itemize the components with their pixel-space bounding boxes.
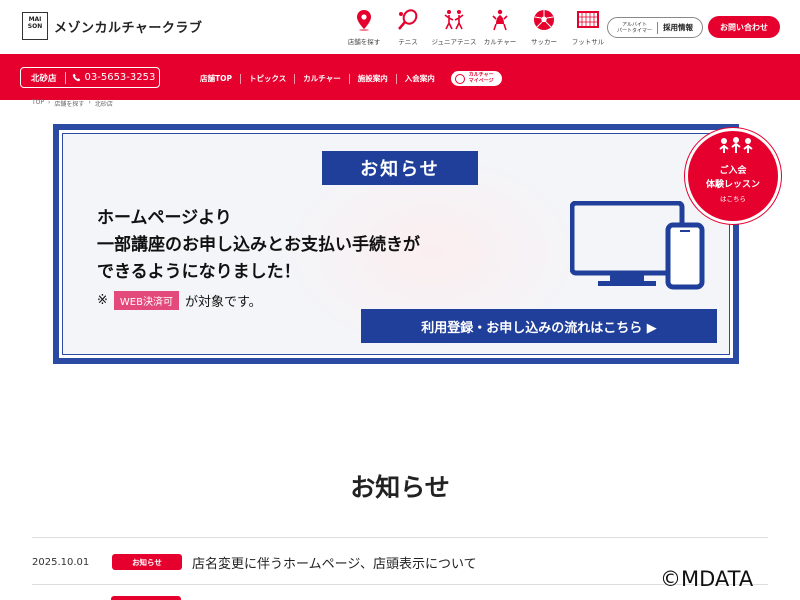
junior-tennis-icon [444,10,464,30]
watermark: ©MDATA [660,567,754,591]
banner-title: お知らせ [322,151,478,185]
category-soccer[interactable]: サッカー [522,8,566,46]
note-mark: ※ [97,293,108,308]
logo-mark: MAI SON [22,12,48,40]
divider [657,21,658,34]
news-title: 店名変更に伴うホームページ、店頭表示について [192,556,477,572]
futsal-goal-icon [577,11,599,28]
site-logo[interactable]: MAI SON メゾンカルチャークラブ [22,12,202,40]
category-label: 店舗を探す [347,38,381,46]
web-payment-tag: WEB決済可 [113,291,179,310]
breadcrumb-store-search[interactable]: 店舗を探す [54,99,84,108]
banner-note: ※ WEB決済可 が対象です。 [97,291,262,310]
recruit-button[interactable]: アルバイト パートタイマー 採用情報 [607,17,703,38]
trial-badge-line3: はこちら [720,195,746,203]
news-category-badge: お知らせ [112,554,182,570]
site-header: MAI SON メゾンカルチャークラブ 店舗を探す テニス ジュニアテニス カル… [0,0,800,54]
news-category-badge [111,596,181,600]
banner-line: 一部講座のお申し込みとお支払い手続きが [97,235,420,255]
breadcrumb-top[interactable]: TOP [32,99,44,108]
trial-badge-line1: ご入会 [719,166,747,176]
devices-icon [570,201,705,290]
divider [32,537,768,538]
breadcrumb-current: 北砂店 [94,101,113,108]
map-pin-icon [357,10,371,31]
breadcrumb: TOP › 店舗を探す › 北砂店 [32,99,113,108]
store-info: 北砂店 03-5653-3253 [20,67,160,88]
store-nav-top[interactable]: 店舗TOP [192,74,240,84]
category-futsal[interactable]: フットサル [566,8,610,46]
banner-message: ホームページより 一部講座のお申し込みとお支払い手続きが できるようになりました… [97,205,420,286]
category-culture[interactable]: カルチャー [478,8,522,46]
store-bar: 北砂店 03-5653-3253 店舗TOP トピックス カルチャー 施設案内 … [0,54,800,100]
brand-name: メゾンカルチャークラブ [54,20,203,36]
mypage-label: カルチャー マイページ [468,72,494,84]
category-label: ジュニアテニス [431,38,477,46]
category-label: フットサル [571,38,605,46]
chevron-right-icon: › [48,99,51,106]
note-text: が対象です。 [184,295,262,310]
category-label: カルチャー [483,38,517,46]
recruit-sublabel-line2: パートタイマー [616,27,652,34]
category-tennis[interactable]: テニス [386,8,430,46]
store-nav-admission[interactable]: 入会案内 [395,73,443,84]
news-date: 2025.10.01 [32,556,90,568]
category-nav: 店舗を探す テニス ジュニアテニス カルチャー サッカー フットサル [342,8,610,46]
store-nav: 店舗TOP トピックス カルチャー 施設案内 入会案内 カルチャー マイページ [192,71,502,86]
banner-line: ホームページより [97,208,232,228]
store-nav-facilities[interactable]: 施設案内 [348,73,396,84]
recruit-sublabel-line1: アルバイト [622,21,647,28]
mypage-label-line2: マイページ [468,77,494,84]
news-item[interactable]: 2025.10.01 お知らせ 店名変更に伴うホームページ、店頭表示について [32,549,768,575]
store-name: 北砂店 [21,71,66,84]
logo-mark-line1: MAI [28,16,42,23]
notice-banner[interactable]: お知らせ ホームページより 一部講座のお申し込みとお支払い手続きが できるように… [53,124,739,364]
category-store-search[interactable]: 店舗を探す [342,8,386,46]
logo-mark-line2: SON [27,23,43,30]
category-label: テニス [398,38,418,46]
trial-lesson-badge[interactable]: ご入会 体験レッスン はこちら [685,128,781,224]
soccer-ball-icon [534,10,554,30]
chevron-right-icon: › [88,99,91,106]
culture-icon [492,9,508,31]
trial-badge-line2: 体験レッスン [705,180,760,190]
tennis-icon [398,9,418,30]
phone-icon [72,73,80,82]
category-label: サッカー [531,38,557,46]
category-junior-tennis[interactable]: ジュニアテニス [430,8,478,46]
recruit-sublabel: アルバイト パートタイマー [617,22,652,34]
contact-button[interactable]: お問い合わせ [708,16,780,38]
store-phone[interactable]: 03-5653-3253 [66,72,156,83]
news-heading: お知らせ [350,473,450,502]
banner-inner: お知らせ ホームページより 一部講座のお申し込みとお支払い手続きが できるように… [59,130,733,358]
divider [32,584,768,585]
user-icon [454,73,465,84]
store-nav-topics[interactable]: トピックス [240,73,294,84]
culture-mypage-button[interactable]: カルチャー マイページ [450,71,502,86]
people-icon [719,137,753,153]
banner-line: できるようになりました！ [97,262,301,282]
store-phone-number: 03-5653-3253 [84,72,156,83]
registration-flow-button[interactable]: 利用登録・お申し込みの流れはこちら ▶ [361,309,717,343]
store-nav-culture[interactable]: カルチャー [294,73,348,84]
recruit-label: 採用情報 [663,23,693,32]
